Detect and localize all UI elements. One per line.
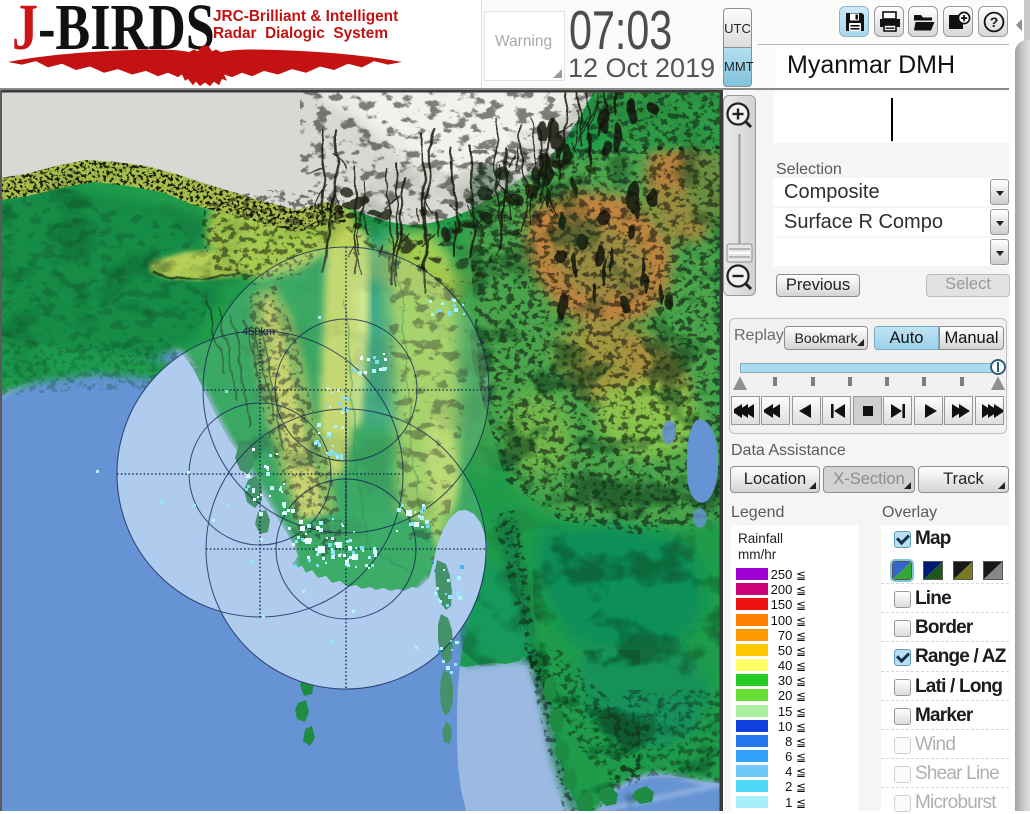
svg-text:450km: 450km — [242, 326, 275, 338]
svg-text:?: ? — [990, 14, 999, 30]
